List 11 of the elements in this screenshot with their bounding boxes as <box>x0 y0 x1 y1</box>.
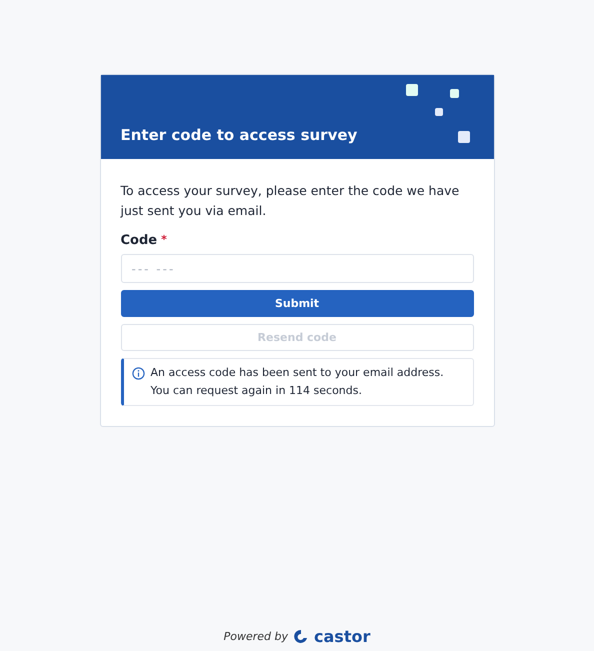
notice-text: An access code has been sent to your email address. You can request again in 114 seconds. <box>150 365 445 399</box>
code-label: Code <box>120 233 158 248</box>
required-mark: * <box>161 233 167 246</box>
card-title: Enter code to access survey <box>120 126 358 144</box>
swirl-logo-icon <box>294 628 308 644</box>
code-input-field[interactable]: --- --- <box>120 254 474 283</box>
powered-by-text: Powered by <box>224 630 288 643</box>
submit-button[interactable]: Submit <box>120 290 474 317</box>
intro-text: To access your survey, please enter the code we have just sent you via email. <box>120 182 460 220</box>
info-icon <box>132 367 144 380</box>
brand-name: castor <box>314 627 370 646</box>
